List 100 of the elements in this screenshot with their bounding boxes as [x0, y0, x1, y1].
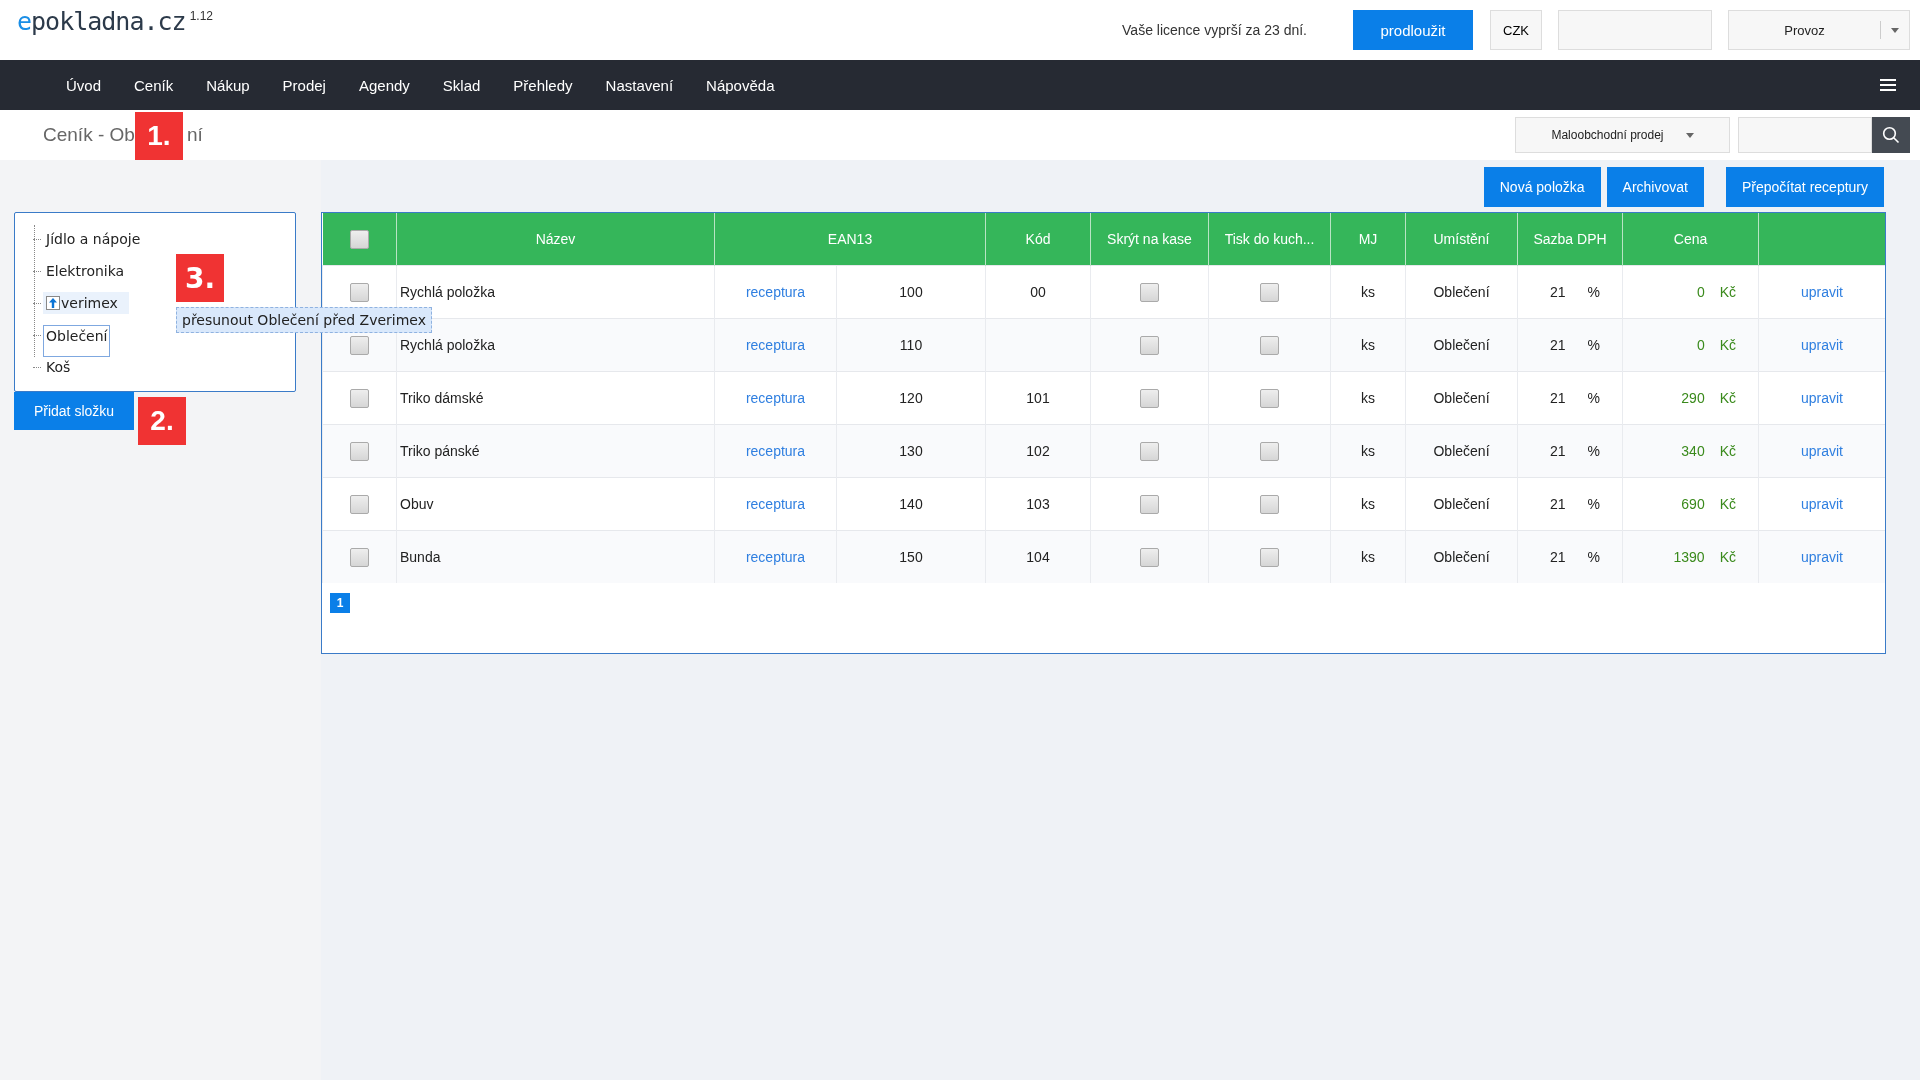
kitchen-print-checkbox[interactable]	[1260, 335, 1279, 355]
table-cell: Oblečení	[1433, 443, 1490, 459]
percent-label: %	[1587, 337, 1601, 353]
table-cell: ks	[1361, 496, 1375, 512]
table-cell: 21	[1550, 337, 1566, 353]
row-checkbox[interactable]	[350, 441, 369, 461]
page-title: ní	[186, 124, 203, 146]
row-checkbox[interactable]	[350, 335, 369, 355]
nav-link[interactable]: Agendy	[358, 76, 410, 94]
column-header: Tisk do kuch...	[1208, 213, 1331, 266]
page-button[interactable]: 1	[330, 593, 350, 613]
nav-link[interactable]: Přehledy	[513, 76, 573, 94]
tree-item[interactable]: Koš	[43, 356, 74, 378]
recipe-link[interactable]: receptura	[745, 284, 806, 300]
column-header: EAN13	[714, 213, 986, 266]
kitchen-print-checkbox[interactable]	[1260, 388, 1279, 408]
column-header: Skrýt na kase	[1090, 213, 1209, 266]
nav-link[interactable]: Ceník	[134, 76, 174, 94]
input-field[interactable]	[1558, 10, 1712, 50]
table-cell: 00	[1030, 284, 1046, 300]
kitchen-print-checkbox[interactable]	[1260, 282, 1279, 302]
toolbar-button[interactable]: Nová položka	[1483, 167, 1601, 207]
currency-label: Kč	[1719, 284, 1736, 300]
annotation-badge: 1.	[134, 112, 183, 160]
table-cell: 21	[1550, 390, 1566, 406]
nav-link[interactable]: Nastavení	[605, 76, 674, 94]
nav-link[interactable]: Prodej	[282, 76, 326, 94]
column-header: Název	[396, 213, 715, 266]
percent-label: %	[1587, 549, 1601, 565]
annotation-badge: 2.	[138, 397, 186, 445]
table-cell: 21	[1550, 496, 1566, 512]
table-cell: Bunda	[400, 549, 441, 565]
kitchen-print-checkbox[interactable]	[1260, 494, 1279, 514]
logo[interactable]: epokladna.cz	[17, 7, 186, 36]
table-cell: 102	[1026, 443, 1050, 459]
tree-item[interactable]: Jídlo a nápoje	[43, 228, 144, 250]
row-checkbox[interactable]	[350, 547, 369, 567]
add-folder-button[interactable]: Přidat složku	[14, 392, 134, 430]
search-button[interactable]	[1872, 117, 1910, 153]
sale-type-dropdown[interactable]: Maloobchodní prodej	[1515, 117, 1730, 153]
recipe-link[interactable]: receptura	[745, 390, 806, 406]
nav-link[interactable]: Nákup	[206, 76, 250, 94]
caret-icon	[1685, 132, 1694, 138]
currency-button[interactable]: CZK	[1490, 10, 1542, 50]
hide-checkbox[interactable]	[1140, 388, 1159, 408]
percent-label: %	[1587, 390, 1601, 406]
recipe-link[interactable]: receptura	[745, 443, 806, 459]
nav-link[interactable]: Sklad	[442, 76, 481, 94]
table-cell: ks	[1361, 337, 1375, 353]
table-cell: Rychlá položka	[400, 337, 495, 353]
edit-link[interactable]: upravit	[1801, 496, 1843, 512]
hide-checkbox[interactable]	[1140, 335, 1159, 355]
tree-item[interactable]: Elektronika	[43, 260, 128, 282]
table-cell: 120	[899, 390, 923, 406]
edit-link[interactable]: upravit	[1801, 443, 1843, 459]
toolbar-button[interactable]: Archivovat	[1606, 167, 1704, 207]
table-cell: 100	[899, 284, 923, 300]
row-checkbox[interactable]	[350, 282, 369, 302]
row-checkbox[interactable]	[350, 388, 369, 408]
recipe-link[interactable]: receptura	[745, 549, 806, 565]
hide-checkbox[interactable]	[1140, 494, 1159, 514]
hide-checkbox[interactable]	[1140, 441, 1159, 461]
hide-checkbox[interactable]	[1140, 282, 1159, 302]
mode-dropdown[interactable]: Provoz	[1728, 10, 1910, 50]
table-cell: 150	[899, 549, 923, 565]
tree-item[interactable]: verimex	[43, 292, 129, 314]
table-cell: Rychlá položka	[400, 284, 495, 300]
table-cell: Oblečení	[1433, 337, 1490, 353]
kitchen-print-checkbox[interactable]	[1260, 441, 1279, 461]
table-cell: 110	[899, 337, 923, 353]
search-icon	[1882, 126, 1900, 144]
extend-button[interactable]: prodloužit	[1353, 10, 1473, 50]
price-cell: 690	[1681, 496, 1705, 512]
tree-item[interactable]: Oblečení	[43, 325, 111, 357]
page-title: Ceník - Ob	[43, 124, 135, 146]
search-field[interactable]	[1738, 117, 1872, 153]
recipe-link[interactable]: receptura	[745, 496, 806, 512]
edit-link[interactable]: upravit	[1801, 284, 1843, 300]
menu-icon[interactable]	[1880, 79, 1896, 91]
kitchen-print-checkbox[interactable]	[1260, 547, 1279, 567]
column-header: Kód	[985, 213, 1091, 266]
hide-checkbox[interactable]	[1140, 547, 1159, 567]
percent-label: %	[1587, 284, 1601, 300]
table-cell: Obuv	[400, 496, 434, 512]
price-cell: 0	[1696, 284, 1705, 300]
up-arrow-icon	[46, 296, 60, 310]
select-all-checkbox[interactable]	[349, 229, 369, 249]
table-cell: 104	[1026, 549, 1050, 565]
price-cell: 1390	[1673, 549, 1705, 565]
column-header: MJ	[1330, 213, 1406, 266]
toolbar-button[interactable]: Přepočítat receptury	[1725, 167, 1884, 207]
row-checkbox[interactable]	[350, 494, 369, 514]
edit-link[interactable]: upravit	[1801, 549, 1843, 565]
price-cell: 340	[1681, 443, 1705, 459]
edit-link[interactable]: upravit	[1801, 390, 1843, 406]
nav-link[interactable]: Nápověda	[706, 76, 775, 94]
recipe-link[interactable]: receptura	[745, 337, 806, 353]
table-cell: Oblečení	[1433, 390, 1490, 406]
nav-link[interactable]: Úvod	[66, 76, 102, 94]
edit-link[interactable]: upravit	[1801, 337, 1843, 353]
